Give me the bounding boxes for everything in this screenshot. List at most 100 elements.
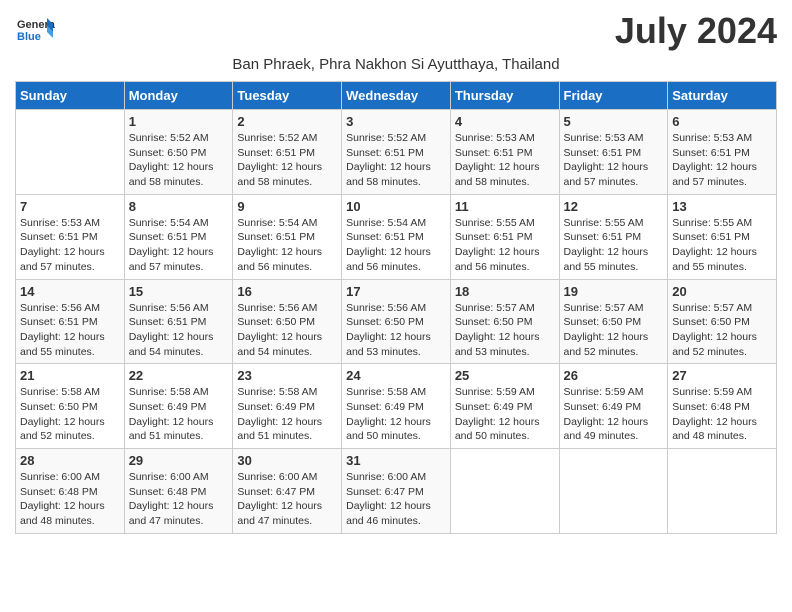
svg-text:Blue: Blue	[17, 31, 41, 43]
calendar-cell: 29Sunrise: 6:00 AMSunset: 6:48 PMDayligh…	[124, 449, 233, 534]
day-of-week-header: Friday	[559, 82, 668, 110]
calendar-cell: 25 Sunrise: 5:59 AMSunset: 6:49 PMDayligh…	[450, 364, 559, 449]
day-number: 19	[564, 284, 664, 299]
day-detail: Sunrise: 5:58 AMSunset: 6:49 PMDaylight:…	[346, 385, 446, 444]
calendar-cell: 26 Sunrise: 5:59 AMSunset: 6:49 PMDayligh…	[559, 364, 668, 449]
calendar-cell: 10 Sunrise: 5:54 AMSunset: 6:51 PMDayligh…	[342, 194, 451, 279]
day-number: 10	[346, 199, 446, 214]
calendar-cell: 13 Sunrise: 5:55 AMSunset: 6:51 PMDayligh…	[668, 194, 777, 279]
day-number: 13	[672, 199, 772, 214]
day-detail: Sunrise: 5:52 AMSunset: 6:50 PMDaylight:…	[129, 131, 229, 190]
day-number: 9	[237, 199, 337, 214]
day-number: 22	[129, 368, 229, 383]
page-header: General Blue July 2024	[15, 10, 777, 52]
calendar-cell: 21 Sunrise: 5:58 AMSunset: 6:50 PMDayligh…	[16, 364, 125, 449]
calendar-cell: 17 Sunrise: 5:56 AMSunset: 6:50 PMDayligh…	[342, 279, 451, 364]
calendar-cell: 14Sunrise: 5:56 AMSunset: 6:51 PMDayligh…	[16, 279, 125, 364]
logo: General Blue	[15, 10, 55, 50]
day-number: 15	[129, 284, 229, 299]
day-of-week-header: Sunday	[16, 82, 125, 110]
calendar-cell: 9 Sunrise: 5:54 AMSunset: 6:51 PMDaylight…	[233, 194, 342, 279]
day-number: 2	[237, 114, 337, 129]
day-number: 16	[237, 284, 337, 299]
day-of-week-header: Saturday	[668, 82, 777, 110]
calendar-table: SundayMondayTuesdayWednesdayThursdayFrid…	[15, 81, 777, 534]
day-detail: Sunrise: 5:57 AMSunset: 6:50 PMDaylight:…	[564, 301, 664, 360]
day-of-week-header: Monday	[124, 82, 233, 110]
day-detail: Sunrise: 5:59 AMSunset: 6:49 PMDaylight:…	[564, 385, 664, 444]
calendar-cell	[450, 449, 559, 534]
logo-icon: General Blue	[15, 10, 55, 50]
calendar-cell: 2 Sunrise: 5:52 AMSunset: 6:51 PMDaylight…	[233, 110, 342, 195]
day-detail: Sunrise: 5:56 AMSunset: 6:50 PMDaylight:…	[346, 301, 446, 360]
day-number: 23	[237, 368, 337, 383]
day-of-week-header: Tuesday	[233, 82, 342, 110]
calendar-cell: 28 Sunrise: 6:00 AMSunset: 6:48 PMDayligh…	[16, 449, 125, 534]
calendar-cell: 23Sunrise: 5:58 AMSunset: 6:49 PMDayligh…	[233, 364, 342, 449]
calendar-cell: 4Sunrise: 5:53 AMSunset: 6:51 PMDaylight…	[450, 110, 559, 195]
day-number: 7	[20, 199, 120, 214]
day-detail: Sunrise: 5:54 AMSunset: 6:51 PMDaylight:…	[129, 216, 229, 275]
day-number: 4	[455, 114, 555, 129]
day-detail: Sunrise: 5:54 AMSunset: 6:51 PMDaylight:…	[346, 216, 446, 275]
day-number: 12	[564, 199, 664, 214]
page-subtitle: Ban Phraek, Phra Nakhon Si Ayutthaya, Th…	[15, 56, 777, 73]
day-number: 26	[564, 368, 664, 383]
day-number: 1	[129, 114, 229, 129]
day-number: 28	[20, 453, 120, 468]
calendar-cell: 7 Sunrise: 5:53 AMSunset: 6:51 PMDaylight…	[16, 194, 125, 279]
day-number: 30	[237, 453, 337, 468]
day-number: 17	[346, 284, 446, 299]
day-detail: Sunrise: 5:54 AMSunset: 6:51 PMDaylight:…	[237, 216, 337, 275]
day-detail: Sunrise: 5:56 AMSunset: 6:51 PMDaylight:…	[129, 301, 229, 360]
day-number: 5	[564, 114, 664, 129]
day-detail: Sunrise: 5:55 AMSunset: 6:51 PMDaylight:…	[672, 216, 772, 275]
calendar-cell	[559, 449, 668, 534]
day-of-week-header: Wednesday	[342, 82, 451, 110]
day-number: 21	[20, 368, 120, 383]
day-detail: Sunrise: 5:55 AMSunset: 6:51 PMDaylight:…	[564, 216, 664, 275]
day-number: 25	[455, 368, 555, 383]
day-number: 6	[672, 114, 772, 129]
month-title: July 2024	[615, 10, 777, 52]
day-detail: Sunrise: 5:53 AMSunset: 6:51 PMDaylight:…	[20, 216, 120, 275]
day-detail: Sunrise: 5:56 AMSunset: 6:50 PMDaylight:…	[237, 301, 337, 360]
day-number: 14	[20, 284, 120, 299]
day-of-week-header: Thursday	[450, 82, 559, 110]
calendar-cell: 15 Sunrise: 5:56 AMSunset: 6:51 PMDayligh…	[124, 279, 233, 364]
day-number: 11	[455, 199, 555, 214]
day-detail: Sunrise: 5:55 AMSunset: 6:51 PMDaylight:…	[455, 216, 555, 275]
day-detail: Sunrise: 5:53 AMSunset: 6:51 PMDaylight:…	[564, 131, 664, 190]
calendar-cell: 20Sunrise: 5:57 AMSunset: 6:50 PMDayligh…	[668, 279, 777, 364]
calendar-cell: 16 Sunrise: 5:56 AMSunset: 6:50 PMDayligh…	[233, 279, 342, 364]
calendar-cell: 6 Sunrise: 5:53 AMSunset: 6:51 PMDaylight…	[668, 110, 777, 195]
calendar-cell: 5 Sunrise: 5:53 AMSunset: 6:51 PMDaylight…	[559, 110, 668, 195]
day-detail: Sunrise: 6:00 AMSunset: 6:47 PMDaylight:…	[346, 470, 446, 529]
day-number: 24	[346, 368, 446, 383]
day-detail: Sunrise: 5:53 AMSunset: 6:51 PMDaylight:…	[672, 131, 772, 190]
calendar-cell: 1 Sunrise: 5:52 AMSunset: 6:50 PMDaylight…	[124, 110, 233, 195]
calendar-cell: 27Sunrise: 5:59 AMSunset: 6:48 PMDayligh…	[668, 364, 777, 449]
calendar-cell: 19 Sunrise: 5:57 AMSunset: 6:50 PMDayligh…	[559, 279, 668, 364]
day-number: 29	[129, 453, 229, 468]
calendar-cell: 8 Sunrise: 5:54 AMSunset: 6:51 PMDaylight…	[124, 194, 233, 279]
calendar-cell: 18Sunrise: 5:57 AMSunset: 6:50 PMDayligh…	[450, 279, 559, 364]
day-detail: Sunrise: 6:00 AMSunset: 6:48 PMDaylight:…	[20, 470, 120, 529]
calendar-cell: 11 Sunrise: 5:55 AMSunset: 6:51 PMDayligh…	[450, 194, 559, 279]
day-detail: Sunrise: 5:59 AMSunset: 6:49 PMDaylight:…	[455, 385, 555, 444]
day-number: 8	[129, 199, 229, 214]
day-number: 27	[672, 368, 772, 383]
calendar-cell: 3Sunrise: 5:52 AMSunset: 6:51 PMDaylight…	[342, 110, 451, 195]
calendar-cell: 12 Sunrise: 5:55 AMSunset: 6:51 PMDayligh…	[559, 194, 668, 279]
day-detail: Sunrise: 5:52 AMSunset: 6:51 PMDaylight:…	[237, 131, 337, 190]
calendar-cell: 22 Sunrise: 5:58 AMSunset: 6:49 PMDayligh…	[124, 364, 233, 449]
calendar-cell: 30 Sunrise: 6:00 AMSunset: 6:47 PMDayligh…	[233, 449, 342, 534]
day-detail: Sunrise: 6:00 AMSunset: 6:47 PMDaylight:…	[237, 470, 337, 529]
day-detail: Sunrise: 5:57 AMSunset: 6:50 PMDaylight:…	[455, 301, 555, 360]
day-detail: Sunrise: 5:58 AMSunset: 6:50 PMDaylight:…	[20, 385, 120, 444]
day-number: 31	[346, 453, 446, 468]
day-number: 20	[672, 284, 772, 299]
day-detail: Sunrise: 5:58 AMSunset: 6:49 PMDaylight:…	[129, 385, 229, 444]
calendar-cell	[668, 449, 777, 534]
calendar-cell: 31 Sunrise: 6:00 AMSunset: 6:47 PMDayligh…	[342, 449, 451, 534]
